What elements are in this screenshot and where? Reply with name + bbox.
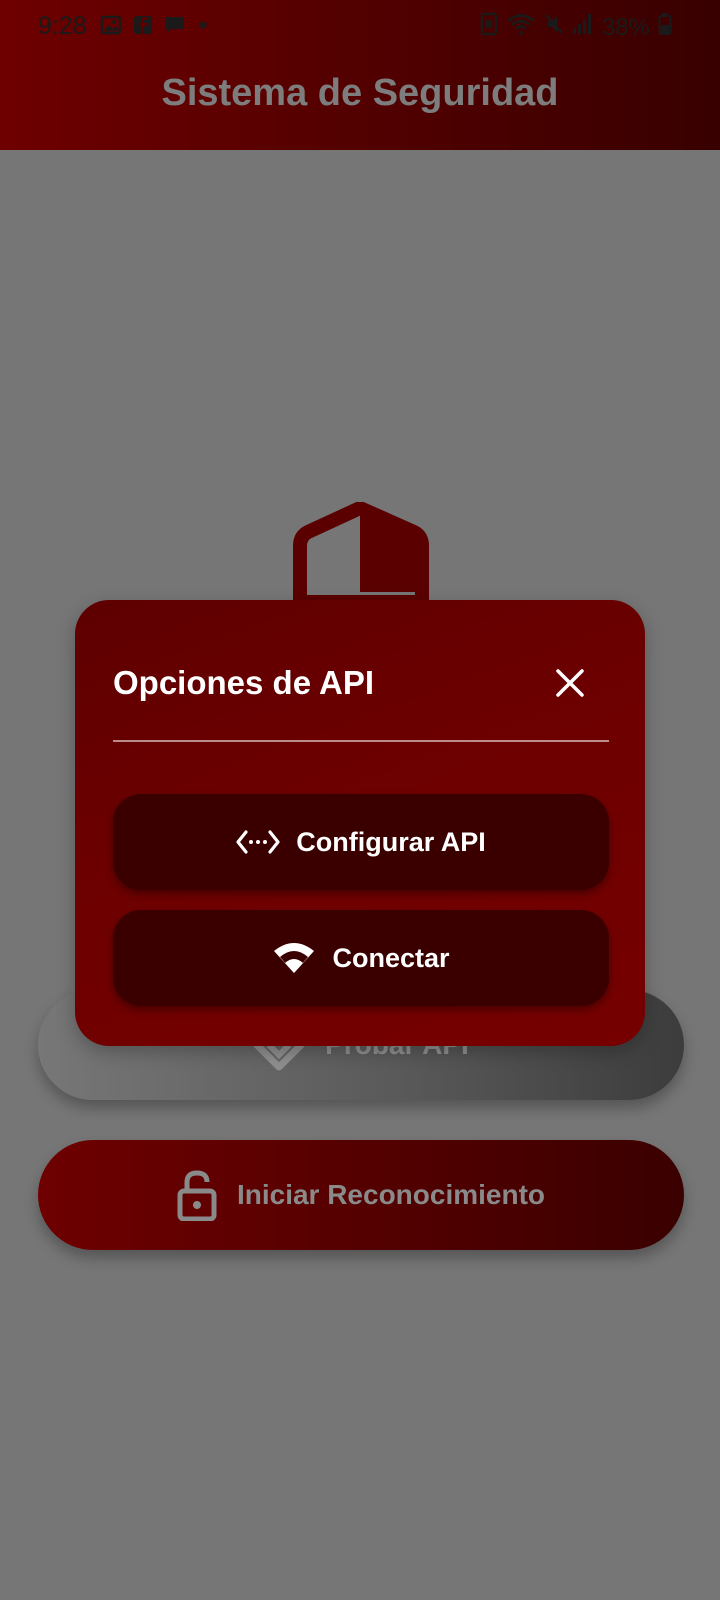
mute-icon [544,12,564,43]
api-options-dialog: Opciones de API Configurar API Conectar [75,600,645,1046]
status-notification-icons [100,14,210,43]
conectar-button[interactable]: Conectar [113,910,609,1006]
status-bar: 9:28 38% [0,0,720,52]
status-time: 9:28 [38,12,87,40]
close-icon[interactable] [553,666,587,700]
iniciar-reconocimiento-button[interactable]: Iniciar Reconocimiento [38,1140,684,1250]
message-icon [164,14,186,43]
signal-icon [572,12,594,43]
battery-icon [658,12,672,43]
lock-open-icon [177,1169,217,1221]
dialog-divider [113,740,609,742]
wifi-icon [506,12,536,43]
facebook-icon [132,14,154,43]
dot-icon [196,14,210,43]
nfc-icon [480,12,498,43]
iniciar-reconocimiento-label: Iniciar Reconocimiento [236,1179,546,1210]
dialog-title: Opciones de API [113,664,375,701]
conectar-label: Conectar [332,942,450,973]
wifi-icon [272,941,316,975]
status-system-icons: 38% [480,12,672,43]
api-code-icon [236,829,280,855]
battery-percent: 38% [601,13,650,41]
page-title: Sistema de Seguridad [161,72,559,114]
configurar-api-button[interactable]: Configurar API [113,794,609,890]
configurar-api-label: Configurar API [296,826,486,857]
image-icon [100,14,122,43]
app-bar: 9:28 38% Sistema de Seguridad [0,0,720,150]
shield-icon [286,501,434,609]
